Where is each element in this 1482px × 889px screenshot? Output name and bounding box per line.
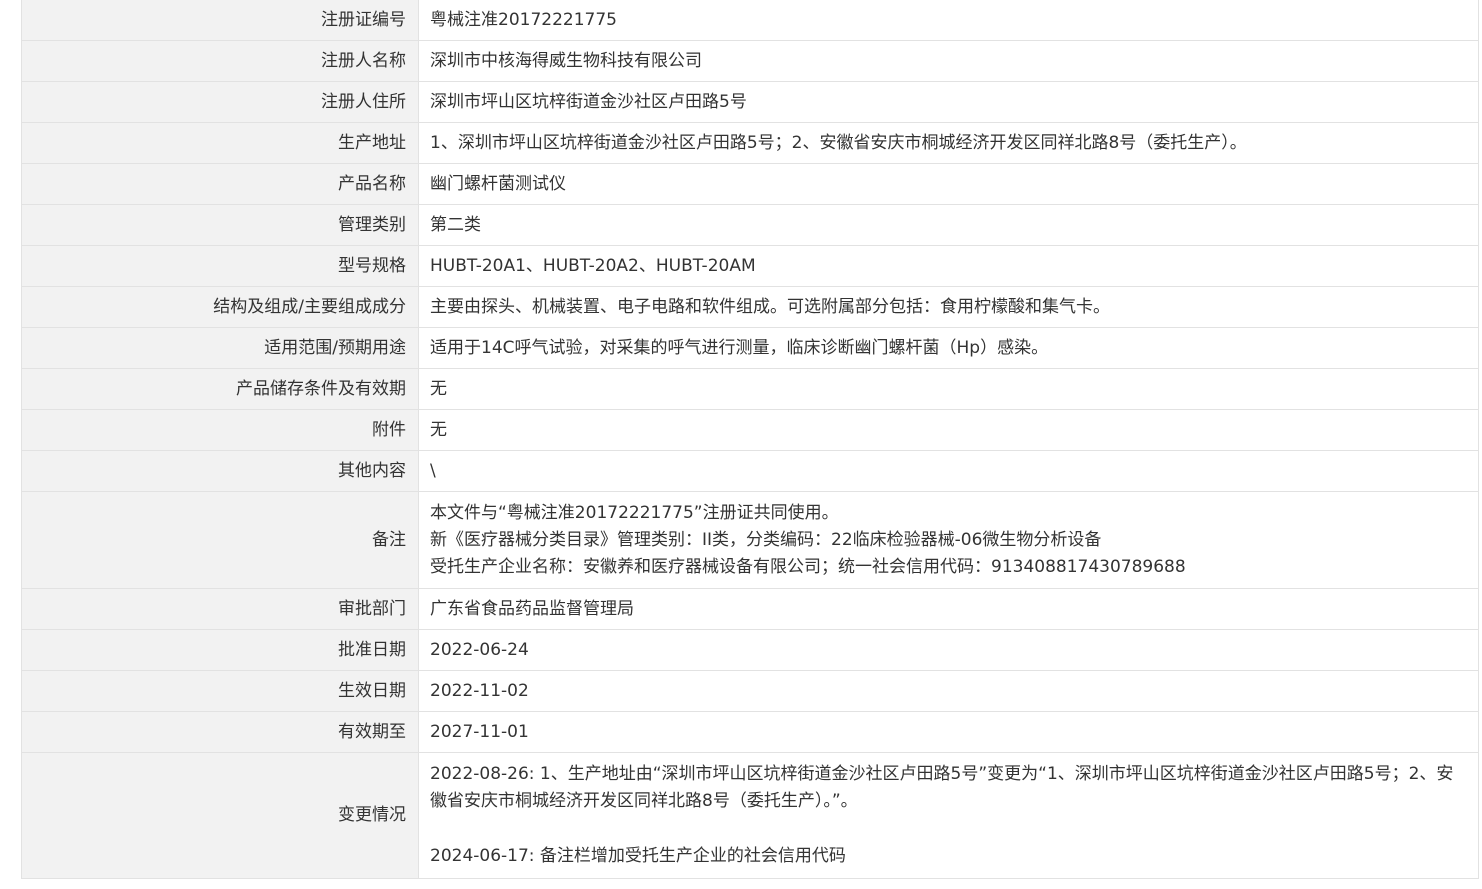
table-row-remarks: 备注 本文件与“粤械注准20172221775”注册证共同使用。 新《医疗器械分… — [21, 491, 1479, 589]
field-label-attachments: 附件 — [21, 409, 419, 451]
field-label-approval-date: 批准日期 — [21, 629, 419, 671]
field-label-intended-use: 适用范围/预期用途 — [21, 327, 419, 369]
table-row: 生产地址 1、深圳市坪山区坑梓街道金沙社区卢田路5号；2、安徽省安庆市桐城经济开… — [21, 122, 1479, 164]
change-entry-spacer — [430, 815, 1470, 843]
table-row: 有效期至 2027-11-01 — [21, 711, 1479, 753]
field-label-approval-department: 审批部门 — [21, 588, 419, 630]
field-label-production-address: 生产地址 — [21, 122, 419, 164]
field-value-effective-date: 2022-11-02 — [418, 670, 1479, 712]
field-value-valid-until: 2027-11-01 — [418, 711, 1479, 753]
field-value-registrant-address: 深圳市坪山区坑梓街道金沙社区卢田路5号 — [418, 81, 1479, 123]
field-label-registration-number: 注册证编号 — [21, 0, 419, 41]
field-value-product-name: 幽门螺杆菌测试仪 — [418, 163, 1479, 205]
field-label-remarks: 备注 — [21, 491, 419, 589]
field-value-attachments: 无 — [418, 409, 1479, 451]
table-row-changes: 变更情况 2022-08-26: 1、生产地址由“深圳市坪山区坑梓街道金沙社区卢… — [21, 752, 1479, 879]
field-label-product-name: 产品名称 — [21, 163, 419, 205]
field-label-effective-date: 生效日期 — [21, 670, 419, 712]
field-value-production-address: 1、深圳市坪山区坑梓街道金沙社区卢田路5号；2、安徽省安庆市桐城经济开发区同祥北… — [418, 122, 1479, 164]
table-row: 管理类别 第二类 — [21, 204, 1479, 246]
table-row: 注册证编号 粤械注准20172221775 — [21, 0, 1479, 41]
field-label-registrant-name: 注册人名称 — [21, 40, 419, 82]
table-row: 注册人名称 深圳市中核海得威生物科技有限公司 — [21, 40, 1479, 82]
remarks-line: 受托生产企业名称：安徽养和医疗器械设备有限公司；统一社会信用代码：9134088… — [430, 556, 1186, 577]
field-value-storage-validity: 无 — [418, 368, 1479, 410]
field-value-model-spec: HUBT-20A1、HUBT-20A2、HUBT-20AM — [418, 245, 1479, 287]
table-row: 型号规格 HUBT-20A1、HUBT-20A2、HUBT-20AM — [21, 245, 1479, 287]
field-label-valid-until: 有效期至 — [21, 711, 419, 753]
registration-details-table-container: 注册证编号 粤械注准20172221775 注册人名称 深圳市中核海得威生物科技… — [21, 0, 1479, 879]
table-row: 审批部门 广东省食品药品监督管理局 — [21, 588, 1479, 630]
field-label-other-content: 其他内容 — [21, 450, 419, 492]
field-value-structure-composition: 主要由探头、机械装置、电子电路和软件组成。可选附属部分包括：食用柠檬酸和集气卡。 — [418, 286, 1479, 328]
field-value-registrant-name: 深圳市中核海得威生物科技有限公司 — [418, 40, 1479, 82]
table-row: 产品名称 幽门螺杆菌测试仪 — [21, 163, 1479, 205]
table-row: 适用范围/预期用途 适用于14C呼气试验，对采集的呼气进行测量，临床诊断幽门螺杆… — [21, 327, 1479, 369]
change-entry: 2024-06-17: 备注栏增加受托生产企业的社会信用代码 — [430, 846, 846, 866]
field-label-storage-validity: 产品储存条件及有效期 — [21, 368, 419, 410]
table-row: 批准日期 2022-06-24 — [21, 629, 1479, 671]
field-label-structure-composition: 结构及组成/主要组成成分 — [21, 286, 419, 328]
remarks-line: 本文件与“粤械注准20172221775”注册证共同使用。 — [430, 502, 839, 523]
field-value-other-content: \ — [418, 450, 1479, 492]
field-value-registration-number: 粤械注准20172221775 — [418, 0, 1479, 41]
remarks-line: 新《医疗器械分类目录》管理类别：II类，分类编码：22临床检验器械-06微生物分… — [430, 529, 1102, 550]
table-row: 产品储存条件及有效期 无 — [21, 368, 1479, 410]
field-value-remarks: 本文件与“粤械注准20172221775”注册证共同使用。 新《医疗器械分类目录… — [418, 491, 1479, 589]
table-row: 结构及组成/主要组成成分 主要由探头、机械装置、电子电路和软件组成。可选附属部分… — [21, 286, 1479, 328]
table-row: 生效日期 2022-11-02 — [21, 670, 1479, 712]
registration-details-table: 注册证编号 粤械注准20172221775 注册人名称 深圳市中核海得威生物科技… — [21, 0, 1479, 879]
field-value-intended-use: 适用于14C呼气试验，对采集的呼气进行测量，临床诊断幽门螺杆菌（Hp）感染。 — [418, 327, 1479, 369]
table-row: 附件 无 — [21, 409, 1479, 451]
field-value-management-category: 第二类 — [418, 204, 1479, 246]
field-label-model-spec: 型号规格 — [21, 245, 419, 287]
change-entry: 2022-08-26: 1、生产地址由“深圳市坪山区坑梓街道金沙社区卢田路5号”… — [430, 764, 1454, 811]
field-label-registrant-address: 注册人住所 — [21, 81, 419, 123]
field-value-approval-department: 广东省食品药品监督管理局 — [418, 588, 1479, 630]
field-label-management-category: 管理类别 — [21, 204, 419, 246]
field-value-approval-date: 2022-06-24 — [418, 629, 1479, 671]
table-row: 注册人住所 深圳市坪山区坑梓街道金沙社区卢田路5号 — [21, 81, 1479, 123]
field-label-changes: 变更情况 — [21, 752, 419, 879]
field-value-changes: 2022-08-26: 1、生产地址由“深圳市坪山区坑梓街道金沙社区卢田路5号”… — [418, 752, 1479, 879]
table-row: 其他内容 \ — [21, 450, 1479, 492]
